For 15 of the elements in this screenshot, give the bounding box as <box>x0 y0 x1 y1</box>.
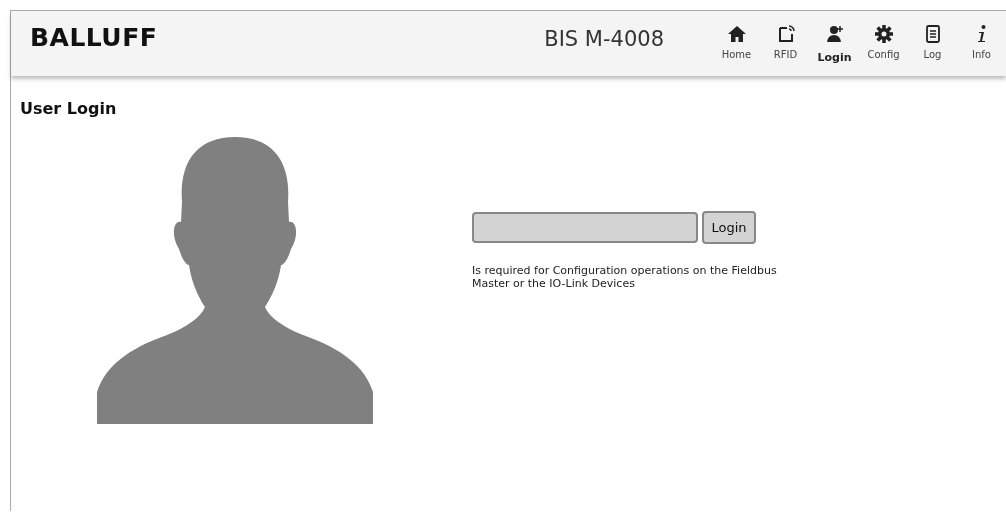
home-icon <box>726 23 747 44</box>
config-icon <box>873 23 894 44</box>
nav-item[interactable]: Config <box>859 23 908 64</box>
page-title: User Login <box>20 99 118 118</box>
nav-item[interactable]: RFID <box>761 23 810 64</box>
nav-item[interactable]: Home <box>712 23 761 64</box>
login-icon <box>824 23 845 44</box>
login-note: Is required for Configuration operations on the Fieldbus Master or the IO-Link Devices <box>472 264 778 290</box>
nav-item[interactable]: Login <box>810 23 859 64</box>
device-name: BIS M-4008 <box>544 26 664 51</box>
logo: BALLUFF <box>30 23 158 52</box>
nav-item[interactable]: Info <box>957 23 1006 64</box>
password-field[interactable] <box>472 212 698 243</box>
nav-item[interactable]: Log <box>908 23 957 64</box>
login-button[interactable]: Login <box>702 211 756 244</box>
